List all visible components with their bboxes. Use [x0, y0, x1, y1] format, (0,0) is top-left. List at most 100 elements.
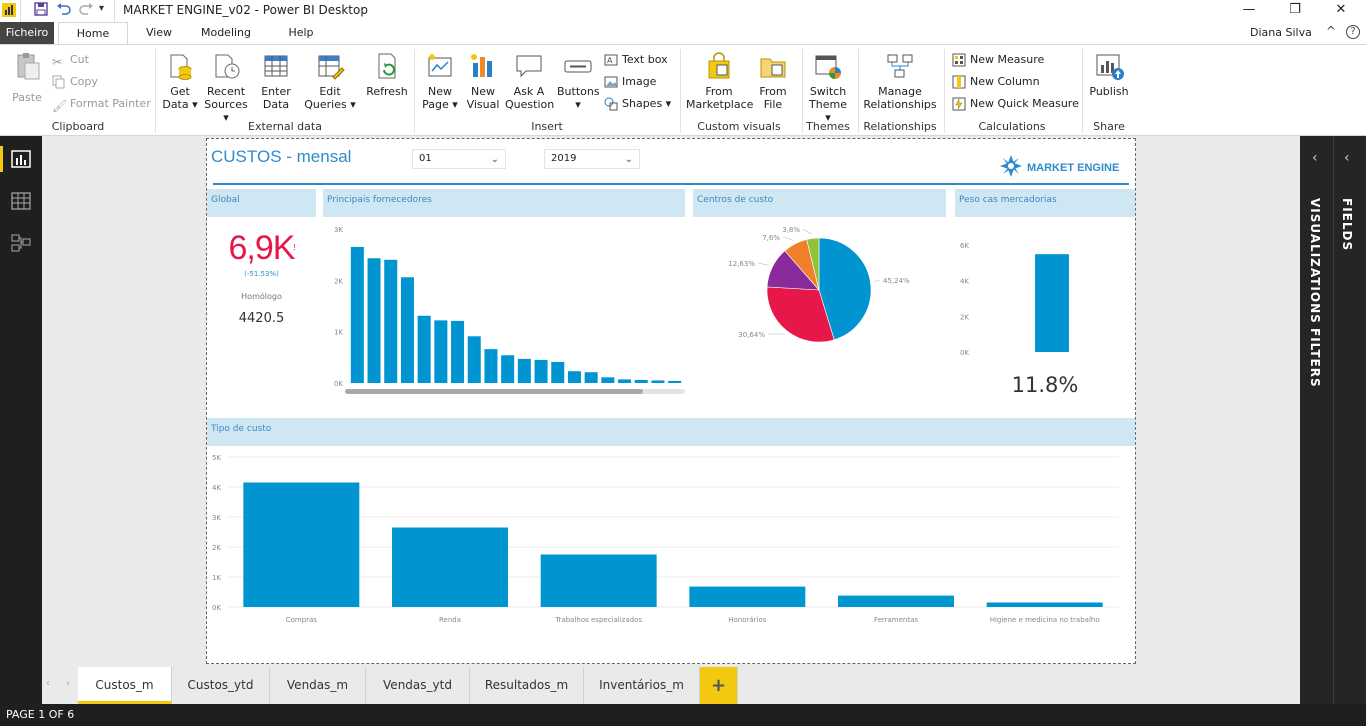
leader-line: [802, 228, 813, 235]
group-label-clipboard: Clipboard: [51, 120, 105, 133]
report-view-icon[interactable]: [11, 150, 31, 172]
bar: [551, 361, 565, 383]
new-page-button[interactable]: New Page ▾: [420, 51, 460, 111]
collapse-visualizations-icon[interactable]: ‹: [1312, 150, 1318, 166]
powerbi-logo-icon: [2, 3, 16, 17]
y-tick-label: 4K: [212, 484, 221, 492]
page-tab-custos-ytd[interactable]: Custos_ytd: [172, 667, 270, 704]
filters-pane-tab[interactable]: FILTERS: [1308, 328, 1322, 388]
slice-label: 7,6%: [762, 234, 780, 242]
buttons-button[interactable]: Buttons ▾: [557, 51, 600, 111]
shapes-button[interactable]: Shapes ▾: [604, 95, 671, 113]
edit-queries-button[interactable]: Edit Queries ▾: [304, 51, 356, 111]
manage-relationships-button[interactable]: Manage Relationships: [862, 51, 938, 111]
paste-button[interactable]: Paste: [8, 51, 46, 104]
redo-icon[interactable]: [78, 2, 94, 19]
data-view-icon[interactable]: [11, 192, 31, 214]
month-slicer[interactable]: 01 ⌄: [412, 149, 506, 169]
switch-theme-button[interactable]: Switch Theme ▾: [806, 51, 850, 124]
tab-modeling[interactable]: Modeling: [192, 22, 260, 44]
user-name[interactable]: Diana Silva: [1250, 26, 1312, 39]
recent-sources-button[interactable]: Recent Sources ▾: [202, 51, 250, 124]
close-button[interactable]: ✕: [1318, 0, 1364, 22]
bar: [467, 336, 481, 383]
text-box-button[interactable]: A Text box: [604, 51, 668, 69]
from-marketplace-button[interactable]: From Marketplace: [686, 51, 753, 111]
enter-data-button[interactable]: Enter Data: [256, 51, 296, 111]
bar: [534, 359, 548, 383]
tab-view[interactable]: View: [136, 22, 182, 44]
ribbon-tab-bar: Ficheiro Home View Modeling Help Diana S…: [0, 22, 1366, 45]
publish-button[interactable]: Publish: [1088, 51, 1130, 98]
copy-button[interactable]: Copy: [52, 73, 98, 91]
group-label-share: Share: [1093, 120, 1125, 133]
button-icon: [563, 51, 593, 81]
publish-icon: [1094, 51, 1124, 81]
visualizations-pane-tab[interactable]: VISUALIZATIONS: [1308, 198, 1322, 324]
page-tab-inventarios-m[interactable]: Inventários_m: [584, 667, 700, 704]
chevron-down-icon: ⌄: [490, 154, 499, 165]
report-title: CUSTOS - mensal: [211, 147, 352, 166]
page-tab-resultados-m[interactable]: Resultados_m: [470, 667, 584, 704]
cost-type-bar-chart: 5K 4K 3K 2K 1K 0K Compras Renda Trabalhos especi…: [212, 454, 1119, 624]
undo-icon[interactable]: [56, 2, 72, 19]
table-icon: [261, 51, 291, 81]
x-tick-label: Trabalhos especializados: [554, 616, 642, 624]
scroll-left-icon[interactable]: ‹: [46, 678, 50, 689]
suppliers-bar-chart: 3K 2K 1K 0K: [334, 226, 685, 394]
fields-pane-tab[interactable]: FIELDS: [1340, 198, 1354, 251]
from-file-button[interactable]: From File: [756, 51, 790, 111]
bar: [400, 277, 414, 383]
relationships-icon: [885, 51, 915, 81]
weight-percentage: 11.8%: [1011, 373, 1079, 397]
right-pane: ‹ ‹ VISUALIZATIONS FILTERS FIELDS: [1300, 136, 1366, 704]
help-icon[interactable]: ?: [1346, 25, 1360, 39]
year-slicer[interactable]: 2019 ⌄: [544, 149, 640, 169]
tab-home[interactable]: Home: [58, 22, 128, 45]
y-tick-label: 5K: [212, 454, 221, 462]
ask-question-button[interactable]: Ask A Question: [505, 51, 554, 111]
new-quick-measure-button[interactable]: New Quick Measure: [952, 95, 1079, 113]
collapse-fields-icon[interactable]: ‹: [1344, 150, 1350, 166]
column-icon: [952, 75, 966, 89]
cut-button[interactable]: ✂ Cut: [52, 51, 89, 69]
text-box-icon: A: [604, 53, 618, 67]
refresh-button[interactable]: Refresh: [364, 51, 410, 98]
x-tick-label: Renda: [439, 616, 461, 624]
scrollbar-thumb: [345, 389, 643, 394]
tab-help[interactable]: Help: [278, 22, 324, 44]
model-view-icon[interactable]: [11, 234, 31, 256]
marketplace-icon: [704, 51, 734, 81]
page-tab-vendas-m[interactable]: Vendas_m: [270, 667, 366, 704]
y-tick-label: 2K: [334, 277, 343, 285]
tab-ficheiro[interactable]: Ficheiro: [0, 22, 54, 44]
group-label-relationships: Relationships: [863, 120, 937, 133]
page-tabs-bar: ‹ › Custos_m Custos_ytd Vendas_m Vendas_…: [42, 667, 1300, 704]
quick-access-dropdown-icon[interactable]: ▾: [99, 3, 104, 14]
get-data-button[interactable]: Get Data ▾: [160, 51, 200, 111]
new-column-button[interactable]: New Column: [952, 73, 1040, 91]
page-tab-custos-m[interactable]: Custos_m: [78, 667, 172, 704]
minimize-button[interactable]: —: [1226, 0, 1272, 22]
y-tick-label: 0K: [334, 380, 343, 388]
format-painter-button[interactable]: 🖌 Format Painter: [52, 95, 151, 113]
y-tick-label: 2K: [960, 313, 969, 321]
window-title: MARKET ENGINE_v02 - Power BI Desktop: [123, 3, 368, 17]
y-tick-label: 1K: [212, 574, 221, 582]
new-measure-button[interactable]: New Measure: [952, 51, 1044, 69]
global-value: 6,9K: [228, 229, 296, 267]
copy-icon: [52, 75, 66, 89]
logo-text: MARKET ENGINE: [1027, 162, 1119, 174]
theme-icon: [813, 51, 843, 81]
image-button[interactable]: Image: [604, 73, 656, 91]
left-nav: [0, 136, 42, 704]
save-icon[interactable]: [34, 2, 48, 20]
add-page-button[interactable]: +: [700, 667, 738, 704]
page-tab-vendas-ytd[interactable]: Vendas_ytd: [366, 667, 470, 704]
collapse-ribbon-icon[interactable]: ^: [1326, 24, 1336, 38]
calculator-icon: [952, 53, 966, 67]
group-label-calculations: Calculations: [978, 120, 1046, 133]
scroll-right-icon[interactable]: ›: [66, 678, 70, 689]
new-visual-button[interactable]: New Visual: [464, 51, 502, 111]
restore-button[interactable]: ❐: [1272, 0, 1318, 22]
